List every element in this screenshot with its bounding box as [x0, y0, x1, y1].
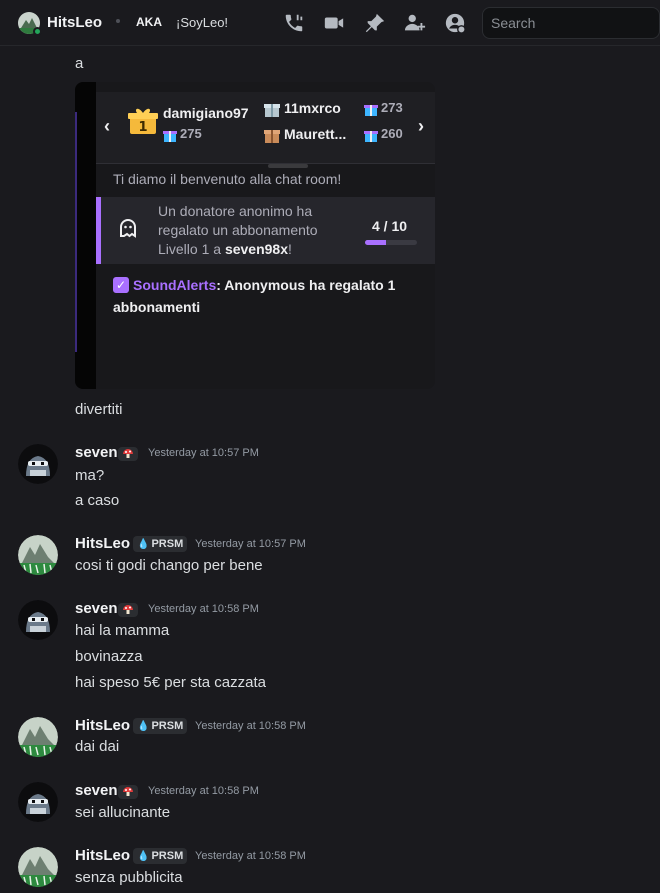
gift-count: 260 [381, 126, 403, 141]
avatar[interactable] [18, 535, 58, 575]
image-left-strip [75, 82, 96, 389]
sub-notice-text: Un donatore anonimo ha regalato un abbon… [158, 203, 318, 257]
chat-username[interactable]: SoundAlerts [133, 277, 216, 293]
message-text: dai dai [75, 738, 120, 755]
message-text: bovinazza [75, 648, 143, 665]
message-author[interactable]: HitsLeo [75, 717, 130, 734]
message-text: a [75, 55, 84, 72]
message-timestamp[interactable]: Yesterday at 10:57 PM [148, 447, 259, 459]
message-text: divertiti [75, 401, 123, 418]
message-author[interactable]: HitsLeo [75, 847, 130, 864]
message-timestamp[interactable]: Yesterday at 10:58 PM [148, 603, 259, 615]
gift-rank: 1 [138, 120, 147, 135]
guild-tag-badge[interactable]: 💧 PRSM [133, 718, 188, 734]
image-attachment[interactable]: ‹ 1 damigiano97 275 11mxrco 273 Maurett.… [75, 82, 435, 389]
message-timestamp[interactable]: Yesterday at 10:57 PM [195, 538, 306, 550]
message-text: ma? [75, 467, 105, 484]
gift-count: 273 [381, 100, 403, 115]
avatar[interactable] [18, 717, 58, 757]
user-alias: ¡SoyLeo! [176, 15, 229, 30]
message-text: senza pubblicita [75, 869, 183, 886]
verified-badge-icon [113, 277, 129, 293]
voice-call-icon[interactable] [283, 12, 305, 34]
gift-icon [163, 128, 177, 142]
gifter-name: damigiano97 [163, 105, 249, 121]
mushroom-badge-icon[interactable] [118, 447, 138, 461]
message-text: a caso [75, 492, 120, 509]
message-timestamp[interactable]: Yesterday at 10:58 PM [148, 785, 259, 797]
channel-header: HitsLeo AKA ¡SoyLeo! [0, 0, 660, 46]
add-friends-icon[interactable] [404, 12, 426, 34]
flame-icon: 💧 [137, 539, 150, 550]
search-input[interactable] [483, 8, 659, 38]
mushroom-badge-icon[interactable] [118, 603, 138, 617]
message-author[interactable]: seven [75, 444, 118, 461]
gift-progress-bar [365, 240, 417, 245]
guild-tag-badge[interactable]: 💧 PRSM [133, 848, 188, 864]
message-author[interactable]: seven [75, 782, 118, 799]
flame-icon: 💧 [137, 851, 150, 862]
avatar[interactable] [18, 782, 58, 822]
message-text: cosi ti godi chango per bene [75, 557, 263, 574]
gift-icon [264, 127, 280, 143]
chevron-right-icon[interactable]: › [418, 116, 424, 137]
message-timestamp[interactable]: Yesterday at 10:58 PM [195, 720, 306, 732]
chat-line: SoundAlerts: Anonymous ha regalato 1 abb… [113, 274, 433, 318]
image-top-fragment [325, 82, 425, 88]
avatar[interactable] [18, 444, 58, 484]
message-text: sei allucinante [75, 804, 171, 821]
scroll-indicator [268, 164, 308, 168]
message-text: hai la mamma [75, 622, 170, 639]
message-text: hai speso 5€ per sta cazzata [75, 674, 266, 691]
gifter-name: Maurett... [284, 126, 347, 142]
avatar[interactable] [18, 600, 58, 640]
search-bar[interactable] [482, 7, 660, 39]
welcome-message: Ti diamo il benvenuto alla chat room! [113, 171, 342, 187]
avatar[interactable] [18, 847, 58, 887]
guild-tag-badge[interactable]: 💧 PRSM [133, 536, 188, 552]
gift-progress-label: 4 / 10 [372, 218, 408, 234]
message-author[interactable]: HitsLeo [75, 535, 130, 552]
aka-label: AKA [136, 15, 162, 29]
gifter-name: 11mxrco [284, 100, 341, 116]
gift-icon [264, 101, 280, 117]
video-call-icon[interactable] [323, 12, 345, 34]
chevron-left-icon[interactable]: ‹ [104, 116, 110, 137]
gift-icon [364, 128, 378, 142]
dm-username[interactable]: HitsLeo [47, 14, 102, 31]
mushroom-badge-icon[interactable] [118, 785, 138, 799]
gift-count: 275 [180, 126, 202, 141]
flame-icon: 💧 [137, 721, 150, 732]
gifter-leaderboard: ‹ 1 damigiano97 275 11mxrco 273 Maurett.… [96, 92, 435, 168]
online-status-icon [33, 27, 42, 36]
gift-progress-fill [365, 240, 386, 245]
ghost-icon [119, 218, 137, 238]
gift-trophy-icon: 1 [128, 106, 158, 136]
pinned-messages-icon[interactable] [364, 12, 386, 34]
gift-sub-notice: Un donatore anonimo ha regalato un abbon… [96, 197, 435, 264]
message-timestamp[interactable]: Yesterday at 10:58 PM [195, 850, 306, 862]
message-author[interactable]: seven [75, 600, 118, 617]
user-profile-icon[interactable] [444, 12, 466, 34]
header-separator [116, 19, 120, 23]
gift-icon [364, 102, 378, 116]
